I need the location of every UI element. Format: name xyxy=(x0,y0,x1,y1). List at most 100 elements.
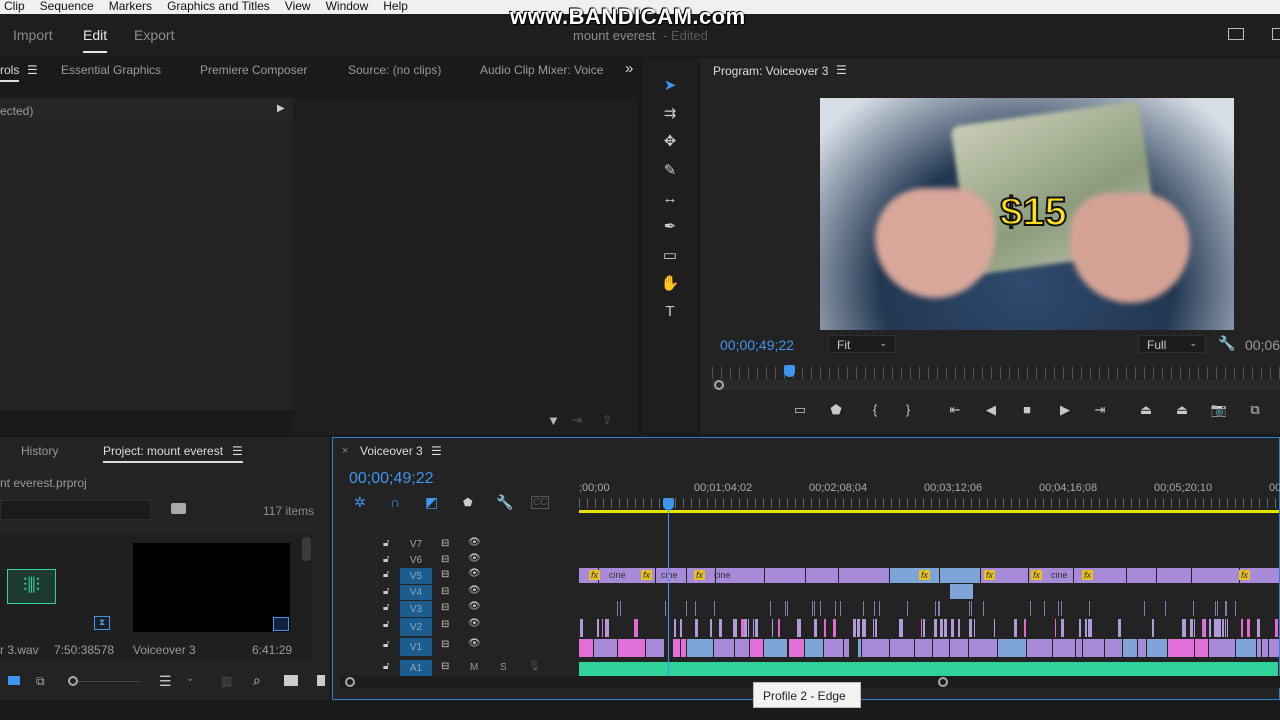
video-clip[interactable] xyxy=(971,601,974,616)
video-clip[interactable] xyxy=(1156,568,1192,583)
video-clip[interactable] xyxy=(1224,619,1227,637)
video-clip[interactable] xyxy=(754,619,759,637)
tab-premiere-composer[interactable]: Premiere Composer xyxy=(200,63,307,77)
step-forward-icon[interactable]: ▶ xyxy=(1055,402,1075,418)
audio-waveform-thumbnail[interactable]: ⫶⫼⫶ xyxy=(7,569,56,604)
find-bin-icon[interactable] xyxy=(171,503,186,514)
video-clip[interactable] xyxy=(994,619,997,637)
video-clip[interactable] xyxy=(1085,619,1088,637)
lock-icon[interactable]: 🔓︎ xyxy=(383,586,389,597)
video-clip[interactable] xyxy=(797,619,803,637)
video-clip[interactable] xyxy=(1060,619,1066,637)
filter-icon[interactable]: ▼ xyxy=(547,413,560,428)
video-clip[interactable] xyxy=(579,639,594,657)
program-playhead[interactable] xyxy=(784,365,795,377)
project-menu-icon[interactable]: ☰ xyxy=(232,444,243,458)
captions-icon[interactable]: CC xyxy=(531,496,550,509)
video-clip[interactable] xyxy=(839,601,842,616)
video-clip[interactable] xyxy=(695,619,700,637)
sequence-tab[interactable]: Voiceover 3 xyxy=(360,444,423,458)
go-to-out-icon[interactable]: ⇥ xyxy=(1090,402,1110,418)
video-clip[interactable] xyxy=(862,601,865,616)
video-clip[interactable] xyxy=(777,619,781,637)
video-clip[interactable] xyxy=(889,639,915,657)
program-ruler[interactable] xyxy=(712,367,1280,379)
video-clip[interactable] xyxy=(889,568,940,583)
video-clip[interactable] xyxy=(1060,601,1063,616)
menu-graphics[interactable]: Graphics and Titles xyxy=(167,0,270,14)
video-clip[interactable] xyxy=(933,619,938,637)
video-clip[interactable] xyxy=(1209,639,1236,657)
video-clip[interactable] xyxy=(862,619,868,637)
video-clip[interactable] xyxy=(1082,639,1105,657)
video-clip[interactable] xyxy=(771,619,774,637)
video-clip[interactable] xyxy=(1268,639,1279,657)
thumbnail-size-slider[interactable] xyxy=(68,676,78,686)
video-clip[interactable] xyxy=(1226,601,1229,616)
video-clip[interactable] xyxy=(921,619,924,637)
project-search-input[interactable] xyxy=(0,500,151,520)
video-clip[interactable] xyxy=(969,639,999,657)
video-clip[interactable] xyxy=(899,619,905,637)
video-clip[interactable] xyxy=(718,619,723,637)
video-clip[interactable] xyxy=(1191,568,1240,583)
eye-icon[interactable]: 👁︎ xyxy=(468,537,481,548)
track-target[interactable]: V3 xyxy=(400,601,432,617)
eye-icon[interactable]: 👁︎ xyxy=(468,618,481,629)
video-clip[interactable] xyxy=(1193,601,1196,616)
more-tabs-button[interactable]: » xyxy=(625,60,633,77)
video-clip[interactable] xyxy=(1217,601,1220,616)
video-clip[interactable] xyxy=(785,601,788,616)
video-clip[interactable] xyxy=(770,601,773,616)
slip-tool-icon[interactable]: ↔ xyxy=(660,189,680,209)
video-clip[interactable] xyxy=(604,619,610,637)
linked-selection-icon[interactable]: ◩ xyxy=(425,494,438,511)
menu-window[interactable]: Window xyxy=(326,0,369,14)
video-clip[interactable] xyxy=(788,639,806,657)
sequence-thumbnail[interactable] xyxy=(133,543,290,632)
track-target[interactable]: V4 xyxy=(400,585,432,600)
lock-icon[interactable]: 🔓︎ xyxy=(383,639,389,650)
lock-icon[interactable]: 🔓︎ xyxy=(383,554,389,565)
video-clip[interactable] xyxy=(1088,619,1093,637)
menu-view[interactable]: View xyxy=(285,0,311,14)
lock-icon[interactable]: 🔓︎ xyxy=(383,619,389,630)
video-clip[interactable] xyxy=(874,601,876,616)
export-frame-icon[interactable]: 📷 xyxy=(1209,402,1229,418)
search-icon[interactable]: ⌕ xyxy=(253,672,261,689)
video-clip[interactable] xyxy=(853,619,858,637)
sort-icon[interactable]: ☰ xyxy=(159,673,172,690)
video-clip[interactable] xyxy=(673,639,681,657)
hand-tool-icon[interactable]: ✋ xyxy=(660,274,680,294)
eye-icon[interactable]: 👁︎ xyxy=(468,568,481,579)
video-clip[interactable] xyxy=(1052,639,1077,657)
video-clip[interactable] xyxy=(878,601,881,616)
video-clip[interactable] xyxy=(1144,601,1147,616)
video-clip[interactable] xyxy=(749,639,765,657)
video-clip[interactable] xyxy=(1181,619,1187,637)
video-clip[interactable] xyxy=(1235,639,1258,657)
timeline-tracks[interactable]: fx cine fx cine fx cine fx fx fx cine fx fx xyxy=(579,535,1279,677)
video-clip[interactable] xyxy=(593,639,619,657)
video-clip[interactable] xyxy=(1222,619,1225,637)
video-clip[interactable] xyxy=(1247,619,1252,637)
video-clip[interactable] xyxy=(857,619,861,637)
video-clip[interactable] xyxy=(806,568,840,583)
mute-button[interactable]: M xyxy=(470,662,478,673)
video-clip[interactable] xyxy=(862,639,890,657)
video-clip[interactable] xyxy=(714,639,736,657)
pen-tool-icon[interactable]: ✒ xyxy=(660,217,680,237)
video-clip[interactable] xyxy=(764,639,789,657)
video-clip[interactable] xyxy=(1147,639,1169,657)
video-clip[interactable] xyxy=(998,639,1027,657)
tab-essential-graphics[interactable]: Essential Graphics xyxy=(61,63,161,77)
mark-in-icon[interactable]: { xyxy=(865,402,885,417)
video-clip[interactable] xyxy=(787,601,790,616)
scroll-left-handle[interactable] xyxy=(345,677,355,687)
type-tool-icon[interactable]: T xyxy=(660,302,680,322)
video-clip[interactable] xyxy=(813,619,818,637)
eye-icon[interactable]: 👁︎ xyxy=(468,585,481,596)
video-clip[interactable] xyxy=(1241,619,1245,637)
video-clip[interactable] xyxy=(744,619,748,637)
video-clip[interactable] xyxy=(813,601,816,616)
